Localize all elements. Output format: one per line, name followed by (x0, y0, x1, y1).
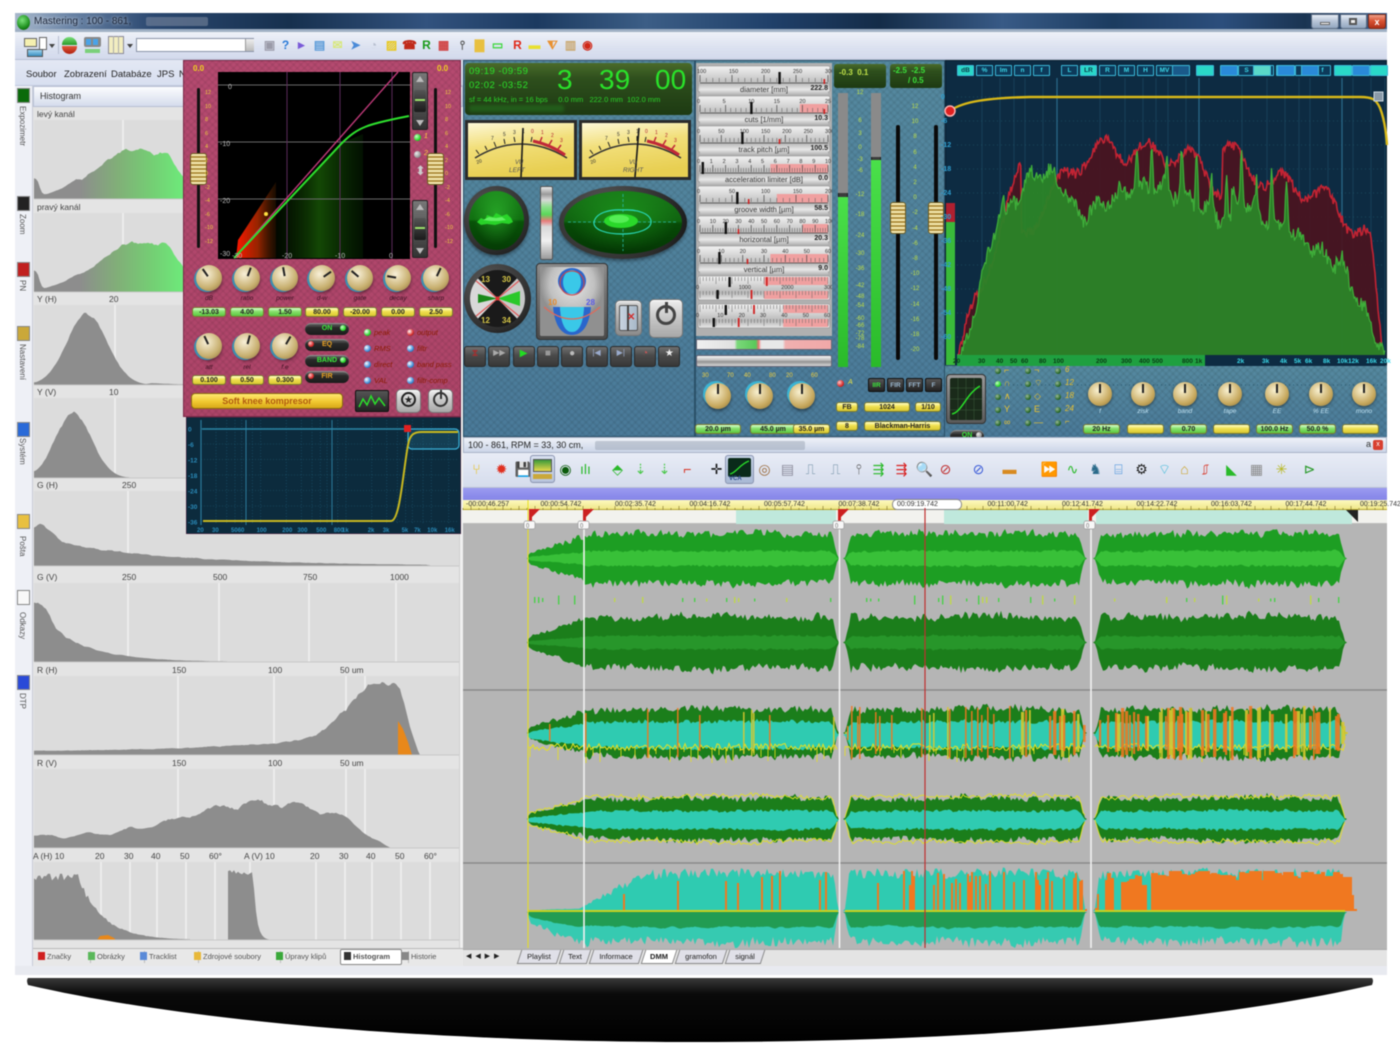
svg-text:(): () (526, 523, 530, 529)
svg-text:(): () (1086, 523, 1090, 529)
svg-text:(): () (580, 523, 584, 529)
svg-text:(): () (835, 523, 839, 529)
